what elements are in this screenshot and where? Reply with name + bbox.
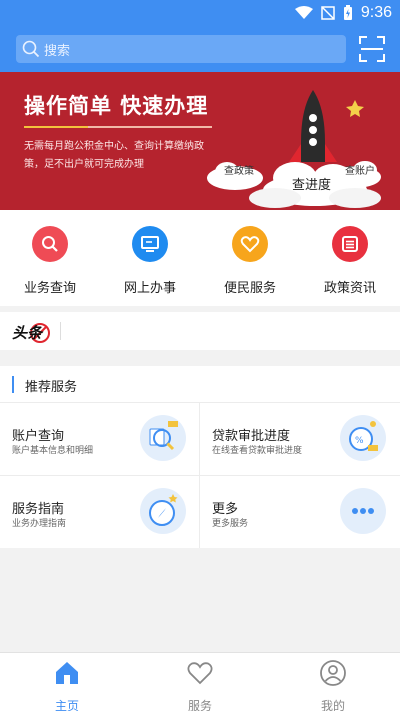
service-title: 贷款审批进度	[212, 429, 291, 444]
search-placeholder: 搜索	[44, 42, 71, 58]
banner-title: 操作简单 快速办理	[24, 94, 209, 118]
service-loan-progress[interactable]: 贷款审批进度 在线查看贷款审批进度 %	[200, 403, 400, 475]
svg-text:%: %	[355, 436, 364, 446]
quick-action-business-query[interactable]: 业务查询	[0, 226, 100, 296]
nav-profile[interactable]: 我的	[283, 659, 383, 711]
more-icon	[340, 488, 386, 534]
service-title: 服务指南	[12, 502, 65, 517]
nav-home[interactable]: 主页	[17, 659, 117, 711]
quick-action-policy-news[interactable]: 政策资讯	[300, 226, 400, 296]
document-icon	[332, 226, 368, 262]
promo-banner[interactable]: 操作简单 快速办理 无需每月跑公积金中心、查询计算缴纳政策，足不出户就可完成办理…	[0, 72, 400, 210]
nav-label: 主页	[54, 699, 79, 711]
service-subtitle: 业务办理指南	[12, 519, 67, 529]
scan-icon[interactable]	[358, 35, 386, 63]
wifi-icon	[294, 6, 313, 19]
service-subtitle: 在线查看贷款审批进度	[212, 446, 303, 456]
heart-icon	[232, 226, 268, 262]
service-account-query[interactable]: 账户查询 账户基本信息和明细	[0, 403, 200, 475]
heart-icon	[187, 662, 213, 685]
headline-divider	[60, 322, 61, 340]
search-icon	[22, 40, 40, 58]
cloud-label-policy[interactable]: 查政策	[224, 162, 254, 177]
service-guide[interactable]: 服务指南 业务办理指南	[0, 476, 200, 548]
headline-bar[interactable]: 头条	[0, 312, 400, 350]
bottom-nav: 主页 服务 我的	[0, 652, 400, 711]
recommended-services: 推荐服务 账户查询 账户基本信息和明细 贷款审批进度 在线查看贷款审批进度 %	[0, 366, 400, 548]
service-more[interactable]: 更多 更多服务	[200, 476, 400, 548]
search-input[interactable]: 搜索	[16, 35, 346, 63]
magnifier-icon	[140, 415, 186, 461]
service-title: 账户查询	[12, 429, 65, 444]
status-bar: 9:36	[0, 0, 400, 30]
banner-subtitle: 无需每月跑公积金中心、查询计算缴纳政策，足不出户就可完成办理	[24, 141, 204, 170]
top-header: 9:36 搜索	[0, 0, 400, 72]
search-icon	[32, 226, 68, 262]
quick-action-label: 政策资讯	[323, 281, 376, 296]
status-icons: 9:36	[294, 4, 392, 22]
quick-actions: 业务查询 网上办事 便民服务 政策资讯	[0, 210, 400, 306]
headline-logo-text: 头条	[12, 324, 44, 342]
quick-action-online-service[interactable]: 网上办事	[100, 226, 200, 296]
quick-action-label: 便民服务	[223, 281, 276, 296]
cloud-label-account[interactable]: 查账户	[345, 162, 375, 177]
quick-action-label: 业务查询	[23, 281, 76, 296]
service-title: 更多	[212, 502, 239, 517]
banner-divider	[24, 126, 212, 128]
headline-logo: 头条	[12, 320, 52, 344]
quick-action-convenience[interactable]: 便民服务	[200, 226, 300, 296]
nav-label: 我的	[320, 699, 345, 711]
computer-icon	[132, 226, 168, 262]
no-signal-icon	[321, 6, 335, 20]
compass-icon	[140, 488, 186, 534]
user-icon	[320, 660, 346, 686]
section-title: 推荐服务	[25, 380, 78, 395]
status-time: 9:36	[360, 4, 392, 21]
section-header: 推荐服务	[0, 366, 400, 403]
nav-label: 服务	[187, 699, 212, 711]
section-accent-bar	[12, 376, 14, 393]
home-icon	[56, 662, 78, 684]
progress-icon: %	[340, 415, 386, 461]
service-subtitle: 更多服务	[212, 519, 249, 529]
battery-icon	[343, 5, 352, 20]
nav-services[interactable]: 服务	[150, 659, 250, 711]
service-subtitle: 账户基本信息和明细	[12, 446, 94, 456]
cloud-label-progress[interactable]: 查进度	[292, 174, 331, 193]
quick-action-label: 网上办事	[123, 281, 176, 296]
